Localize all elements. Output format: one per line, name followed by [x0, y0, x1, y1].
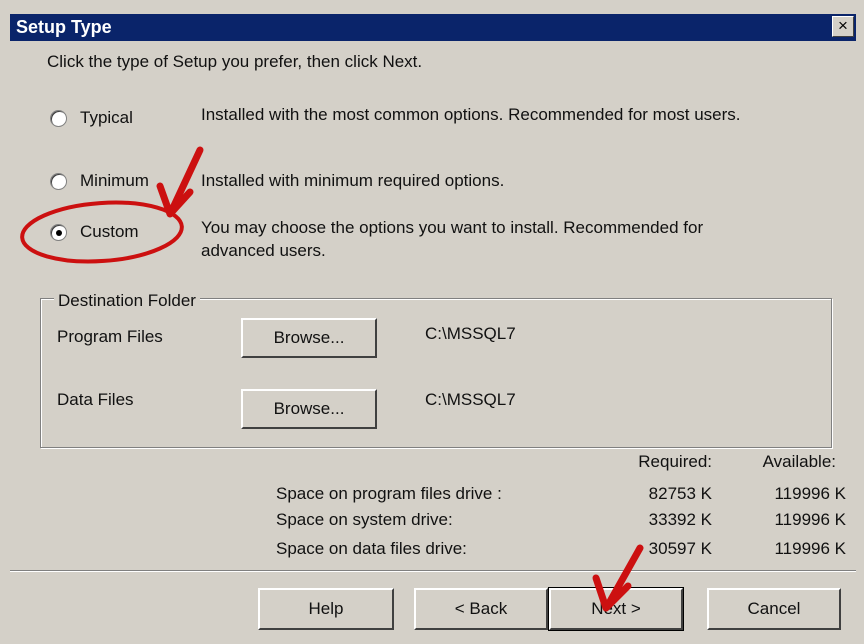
cancel-button[interactable]: Cancel — [707, 588, 841, 630]
space-row-label: Space on system drive: — [276, 510, 453, 529]
destination-folder-group — [40, 298, 832, 448]
radio-minimum[interactable] — [50, 173, 67, 190]
annotation-arrow-custom — [168, 146, 204, 214]
space-row-available: 119996 K — [774, 539, 846, 558]
title-bar: Setup Type × — [10, 14, 856, 41]
radio-typical[interactable] — [50, 110, 67, 127]
browse-program-files-button[interactable]: Browse... — [241, 318, 377, 358]
space-row-label: Space on data files drive: — [276, 539, 467, 558]
required-header: Required: — [638, 452, 712, 471]
annotation-arrowhead-custom — [156, 182, 194, 218]
data-files-path: C:\MSSQL7 — [425, 390, 516, 409]
program-files-label: Program Files — [57, 327, 163, 346]
window-title: Setup Type — [16, 17, 112, 37]
radio-selected-dot — [56, 230, 62, 236]
option-minimum-description: Installed with minimum required options. — [201, 171, 505, 190]
data-files-label: Data Files — [57, 390, 134, 409]
available-header: Available: — [762, 452, 836, 471]
space-row-required: 82753 K — [648, 484, 712, 503]
browse-data-files-button[interactable]: Browse... — [241, 389, 377, 429]
help-button[interactable]: Help — [258, 588, 394, 630]
back-button[interactable]: < Back — [414, 588, 548, 630]
close-button[interactable]: × — [832, 16, 854, 37]
radio-custom[interactable] — [50, 224, 67, 241]
option-custom-label[interactable]: Custom — [80, 222, 139, 242]
option-typical-label[interactable]: Typical — [80, 108, 133, 128]
setup-type-dialog: Setup Type × Click the type of Setup you… — [0, 0, 864, 644]
next-button[interactable]: Next > — [548, 587, 684, 631]
space-row-required: 30597 K — [648, 539, 712, 558]
option-minimum-label[interactable]: Minimum — [80, 171, 149, 191]
space-row-label: Space on program files drive : — [276, 484, 502, 503]
button-separator — [10, 570, 856, 572]
space-row-required: 33392 K — [648, 510, 712, 529]
instruction-text: Click the type of Setup you prefer, then… — [47, 52, 423, 71]
close-icon: × — [838, 16, 848, 35]
destination-folder-legend: Destination Folder — [54, 291, 200, 311]
program-files-path: C:\MSSQL7 — [425, 324, 516, 343]
space-row-available: 119996 K — [774, 484, 846, 503]
option-typical-description: Installed with the most common options. … — [201, 105, 741, 124]
space-row-available: 119996 K — [774, 510, 846, 529]
option-custom-description-line2: advanced users. — [201, 241, 326, 260]
option-custom-description-line1: You may choose the options you want to i… — [201, 218, 704, 237]
